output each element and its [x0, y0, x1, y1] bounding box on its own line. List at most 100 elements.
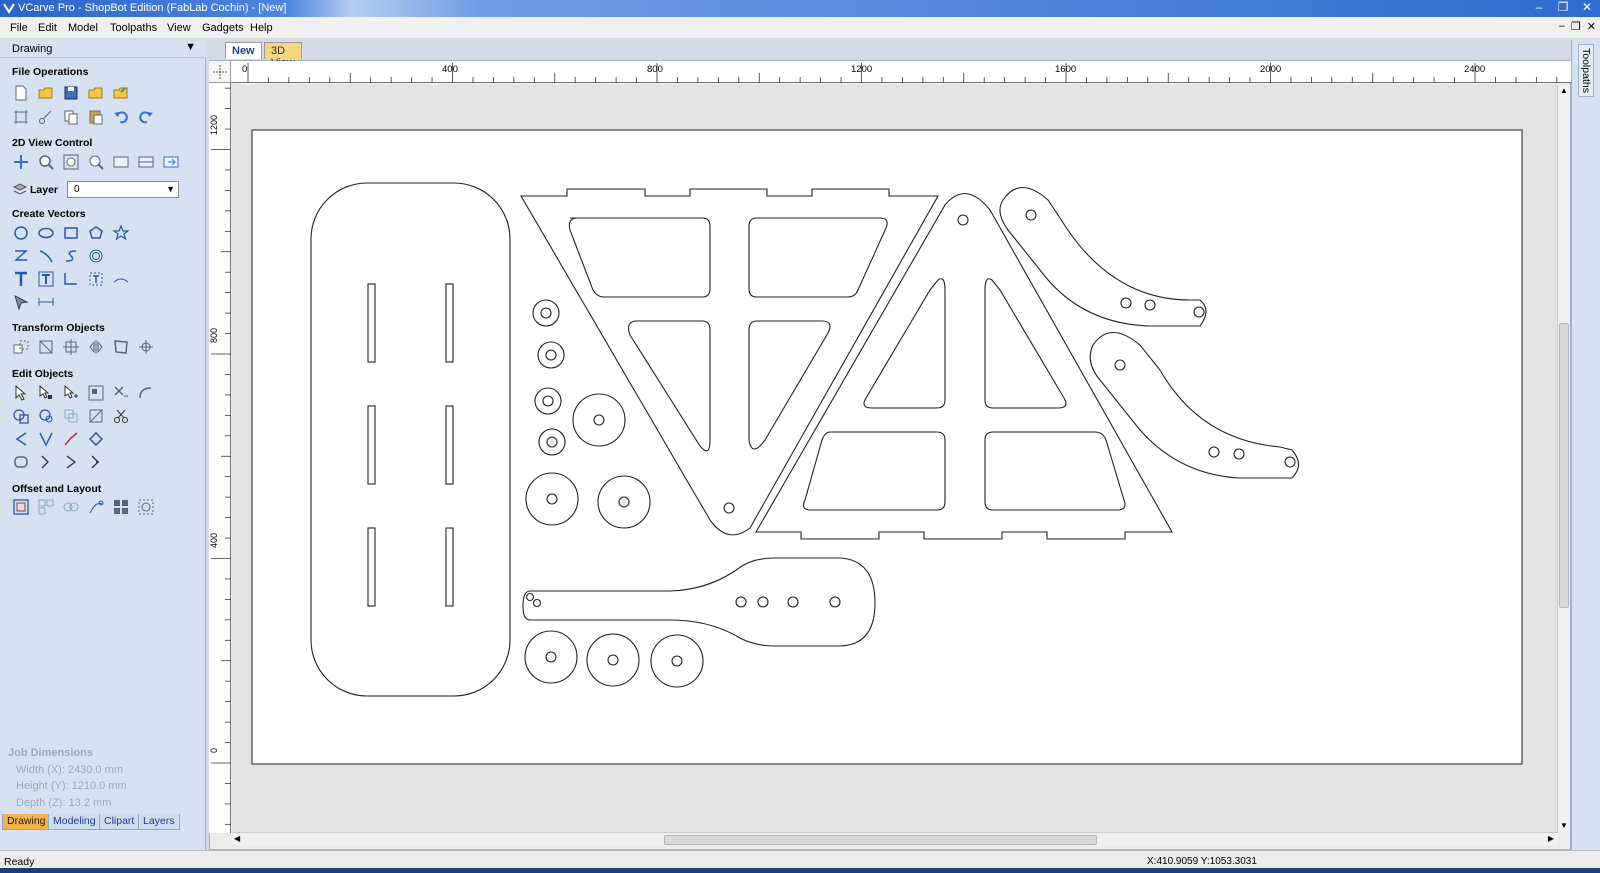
doc-minimize-icon[interactable]: – [1559, 20, 1565, 33]
pan-icon[interactable] [12, 153, 30, 171]
scissors-icon[interactable] [112, 407, 130, 425]
extend-icon[interactable] [37, 453, 55, 471]
align-icon[interactable] [37, 338, 55, 356]
node-edit-icon[interactable] [12, 293, 30, 311]
fillet-icon[interactable] [137, 384, 155, 402]
array-copy-icon[interactable] [112, 498, 130, 516]
new-file-icon[interactable] [12, 84, 30, 102]
scroll-left-icon[interactable]: ◀ [234, 834, 240, 843]
text-abc-icon[interactable] [112, 270, 130, 288]
doc-close-icon[interactable]: ✕ [1587, 20, 1596, 33]
tab-clipart[interactable]: Clipart [99, 814, 140, 830]
maximize-icon[interactable]: ❐ [1554, 0, 1572, 15]
open-file-icon[interactable] [37, 84, 55, 102]
interactive-select-icon[interactable] [62, 384, 80, 402]
auto-layout-text-icon[interactable] [37, 270, 55, 288]
draw-text-icon[interactable] [12, 270, 30, 288]
step-repeat-icon[interactable] [87, 498, 105, 516]
tab-drawing[interactable]: Drawing [2, 814, 51, 830]
center-icon[interactable] [62, 338, 80, 356]
curve-to-arc-icon[interactable] [12, 430, 30, 448]
trim-icon[interactable] [112, 384, 130, 402]
scroll-down-icon[interactable]: ▼ [1560, 821, 1568, 830]
join-vectors-icon[interactable] [87, 407, 105, 425]
v-node-icon[interactable] [37, 430, 55, 448]
copy-along-icon[interactable] [62, 498, 80, 516]
view-toggle-icon[interactable] [112, 153, 130, 171]
offset-icon[interactable] [12, 498, 30, 516]
mirror-icon[interactable] [87, 338, 105, 356]
draw-curve-icon[interactable] [62, 247, 80, 265]
draw-star-icon[interactable] [112, 224, 130, 242]
menu-model[interactable]: Model [68, 22, 98, 34]
close-vector-icon[interactable] [62, 453, 80, 471]
distort-icon[interactable] [112, 338, 130, 356]
zoom-extents-icon[interactable] [62, 153, 80, 171]
move-icon[interactable] [12, 338, 30, 356]
menu-gadgets[interactable]: Gadgets [202, 22, 244, 34]
copy-icon[interactable] [62, 108, 80, 126]
menu-help[interactable]: Help [250, 22, 273, 34]
weld-icon[interactable] [12, 407, 30, 425]
save-file-icon[interactable] [62, 84, 80, 102]
scroll-right-icon[interactable]: ▶ [1548, 834, 1554, 843]
draw-polyline-icon[interactable] [12, 247, 30, 265]
ruler-corner[interactable] [209, 61, 231, 83]
zoom-box-icon[interactable] [87, 153, 105, 171]
pin-icon[interactable]: ▼ [185, 41, 196, 53]
node-select-icon[interactable] [37, 384, 55, 402]
circular-array-icon[interactable] [137, 498, 155, 516]
doc-restore-icon[interactable]: ❐ [1571, 20, 1581, 33]
import-bitmap-icon[interactable] [112, 84, 130, 102]
menu-toolpaths[interactable]: Toolpaths [110, 22, 157, 34]
draw-spiral-icon[interactable] [87, 247, 105, 265]
status-text: Ready [4, 856, 35, 868]
draw-arc-icon[interactable] [37, 247, 55, 265]
menu-edit[interactable]: Edit [38, 22, 57, 34]
redo-icon[interactable] [137, 108, 155, 126]
menu-file[interactable]: File [10, 22, 28, 34]
job-setup-icon[interactable] [12, 108, 30, 126]
drawing-canvas[interactable] [232, 85, 1558, 832]
cut-icon[interactable] [37, 108, 55, 126]
tab-modeling[interactable]: Modeling [48, 814, 101, 830]
dimension-icon[interactable] [37, 293, 55, 311]
subtract-icon[interactable] [37, 407, 55, 425]
minimize-icon[interactable]: – [1530, 0, 1548, 15]
tab-new[interactable]: New [225, 42, 262, 59]
scroll-up-icon[interactable]: ▲ [1560, 86, 1568, 95]
selection-tools-icon[interactable] [87, 384, 105, 402]
tangent-icon[interactable] [87, 453, 105, 471]
undo-icon[interactable] [112, 108, 130, 126]
text-fit-icon[interactable] [87, 270, 105, 288]
draw-ellipse-icon[interactable] [37, 224, 55, 242]
zoom-icon[interactable] [37, 153, 55, 171]
tab-3d-view[interactable]: 3D View [264, 42, 302, 69]
toolpaths-tab[interactable]: Toolpaths [1578, 44, 1594, 97]
paste-icon[interactable] [87, 108, 105, 126]
horizontal-scroll-thumb[interactable] [664, 835, 1097, 845]
close-icon[interactable]: ✕ [1578, 0, 1596, 15]
nest-icon[interactable] [37, 498, 55, 516]
tab-layers[interactable]: Layers [138, 814, 180, 830]
vertical-scrollbar[interactable]: ▲ ▼ [1557, 85, 1570, 832]
set-origin-icon[interactable] [137, 338, 155, 356]
job-width: Width (X): 2430.0 mm [16, 763, 123, 776]
view-3d-icon[interactable] [162, 153, 180, 171]
smooth-icon[interactable] [12, 453, 30, 471]
layer-select[interactable]: 0 ▼ [67, 181, 179, 198]
menu-view[interactable]: View [167, 22, 191, 34]
draw-rectangle-icon[interactable] [62, 224, 80, 242]
select-icon[interactable] [12, 384, 30, 402]
draw-polygon-icon[interactable] [87, 224, 105, 242]
intersect-icon[interactable] [62, 407, 80, 425]
draw-circle-icon[interactable] [12, 224, 30, 242]
drawing-svg[interactable] [232, 85, 1558, 832]
line-node-icon[interactable] [62, 430, 80, 448]
view-split-icon[interactable] [137, 153, 155, 171]
text-on-curve-icon[interactable] [62, 270, 80, 288]
horizontal-scrollbar[interactable]: ◀ ▶ [232, 832, 1558, 846]
import-vectors-icon[interactable] [87, 84, 105, 102]
offset-loop-icon[interactable] [87, 430, 105, 448]
vertical-scroll-thumb[interactable] [1559, 323, 1569, 608]
